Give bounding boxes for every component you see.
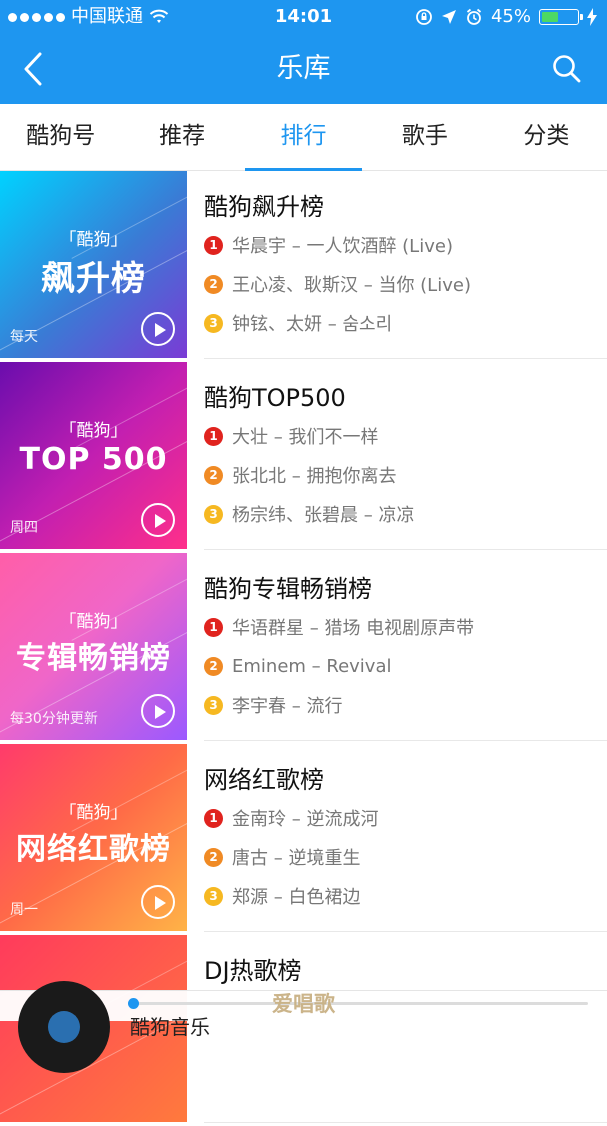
track-row: 1 华晨宇 – 一人饮酒醉 (Live) bbox=[204, 232, 453, 258]
track-text: Eminem – Revival bbox=[232, 655, 392, 677]
search-button[interactable] bbox=[551, 53, 583, 85]
rank-1-badge-icon: 1 bbox=[204, 235, 223, 255]
progress-knob[interactable] bbox=[128, 998, 139, 1009]
search-icon bbox=[553, 55, 581, 83]
ranking-info[interactable]: 酷狗专辑畅销榜 1 华语群星 – 猎场 电视剧原声带 2 Eminem – Reviva… bbox=[204, 553, 607, 741]
tab-recommend[interactable]: 推荐 bbox=[121, 104, 242, 170]
ranking-title: 酷狗飙升榜 bbox=[204, 193, 324, 221]
progress-bar[interactable] bbox=[128, 998, 588, 1009]
status-bar: 中国联通 14:01 45% bbox=[0, 0, 607, 34]
rank-2-badge-icon: 2 bbox=[204, 656, 223, 676]
rank-2-badge-icon: 2 bbox=[204, 847, 223, 867]
cover-update-frequency: 周一 bbox=[10, 902, 38, 918]
cover-brand: 「酷狗」 bbox=[59, 612, 128, 632]
track-text: 李宇春 – 流行 bbox=[232, 696, 343, 717]
tab-ranking[interactable]: 排行 bbox=[243, 104, 364, 171]
track-row: 2 王心凌、耿斯汉 – 当你 (Live) bbox=[204, 271, 471, 297]
charging-icon bbox=[587, 8, 597, 26]
rank-1-badge-icon: 1 bbox=[204, 426, 223, 446]
rank-2-badge-icon: 2 bbox=[204, 465, 223, 485]
track-text: 华晨宇 – 一人饮酒醉 (Live) bbox=[232, 236, 453, 257]
ranking-cover[interactable]: 「酷狗」飙升榜每天 bbox=[0, 171, 187, 358]
ranking-info[interactable]: DJ热歌榜 bbox=[204, 935, 607, 1123]
ranking-info[interactable]: 网络红歌榜 1 金南玲 – 逆流成河 2 唐古 – 逆境重生 3 郑源 – 白色裙边 bbox=[204, 744, 607, 932]
watermark-logo: 爱唱歌 bbox=[272, 992, 335, 1016]
cover-brand: 「酷狗」 bbox=[59, 803, 128, 823]
play-icon[interactable] bbox=[141, 312, 175, 346]
app-header: 中国联通 14:01 45% 乐库 bbox=[0, 0, 607, 104]
rank-3-badge-icon: 3 bbox=[204, 313, 223, 333]
track-row: 1 大壮 – 我们不一样 bbox=[204, 423, 378, 449]
ranking-cover[interactable]: 「酷狗」网络红歌榜周一 bbox=[0, 744, 187, 931]
cover-update-frequency: 每天 bbox=[10, 329, 38, 345]
rank-2-badge-icon: 2 bbox=[204, 274, 223, 294]
ranking-list: 「酷狗」 飙升榜 每天 酷狗飙升榜 1 华晨宇 – 一人饮酒醉 (Live) 2 王心凌、耿斯… bbox=[0, 171, 607, 1126]
status-right: 45% bbox=[415, 0, 597, 34]
category-tabs: 酷狗号 推荐 排行 歌手 分类 bbox=[0, 104, 607, 171]
location-icon bbox=[441, 10, 456, 24]
track-text: 大壮 – 我们不一样 bbox=[232, 427, 379, 448]
ranking-item[interactable]: 「酷狗」 TOP 500 周四 酷狗TOP500 1 大壮 – 我们不一样 2 张北北 – 拥… bbox=[0, 362, 607, 553]
tab-kugou-id[interactable]: 酷狗号 bbox=[0, 104, 121, 170]
track-text: 唐古 – 逆境重生 bbox=[232, 848, 361, 869]
page-title: 乐库 bbox=[276, 53, 331, 84]
cover-brand: 「酷狗」 bbox=[59, 421, 128, 441]
rank-3-badge-icon: 3 bbox=[204, 886, 223, 906]
track-text: 郑源 – 白色裙边 bbox=[232, 887, 361, 908]
nav-bar: 乐库 bbox=[0, 34, 607, 104]
track-row: 1 华语群星 – 猎场 电视剧原声带 bbox=[204, 614, 474, 640]
track-text: 钟铉、太妍 – 숨소리 bbox=[232, 314, 393, 335]
album-disc[interactable] bbox=[18, 981, 110, 1073]
track-text: 王心凌、耿斯汉 – 当你 (Live) bbox=[232, 275, 471, 296]
track-row: 1 金南玲 – 逆流成河 bbox=[204, 805, 378, 831]
ranking-title: DJ热歌榜 bbox=[204, 957, 302, 985]
track-row: 3 杨宗纬、张碧晨 – 凉凉 bbox=[204, 501, 414, 527]
track-text: 杨宗纬、张碧晨 – 凉凉 bbox=[232, 505, 415, 526]
track-row: 3 钟铉、太妍 – 숨소리 bbox=[204, 310, 392, 336]
ranking-item[interactable]: 「酷狗」 专辑畅销榜 每30分钟更新 酷狗专辑畅销榜 1 华语群星 – 猎场 电视剧原声带… bbox=[0, 553, 607, 744]
rank-1-badge-icon: 1 bbox=[204, 808, 223, 828]
cover-title: 网络红歌榜 bbox=[16, 832, 171, 867]
tab-singers[interactable]: 歌手 bbox=[364, 104, 485, 170]
mini-player[interactable]: 酷狗音乐 爱唱歌 bbox=[0, 981, 607, 1073]
ranking-info[interactable]: 酷狗飙升榜 1 华晨宇 – 一人饮酒醉 (Live) 2 王心凌、耿斯汉 – 当你 (L… bbox=[204, 171, 607, 359]
ranking-title: 酷狗专辑畅销榜 bbox=[204, 575, 372, 603]
play-icon[interactable] bbox=[141, 885, 175, 919]
ranking-info[interactable]: 酷狗TOP500 1 大壮 – 我们不一样 2 张北北 – 拥抱你离去 3 杨宗纬、张碧晨 … bbox=[204, 362, 607, 550]
track-text: 张北北 – 拥抱你离去 bbox=[232, 466, 397, 487]
play-icon[interactable] bbox=[141, 694, 175, 728]
track-row: 3 郑源 – 白色裙边 bbox=[204, 883, 360, 909]
ranking-cover[interactable]: 「酷狗」 TOP 500 周四 bbox=[0, 362, 187, 549]
track-row: 2 张北北 – 拥抱你离去 bbox=[204, 462, 396, 488]
cover-update-frequency: 周四 bbox=[10, 520, 38, 536]
track-text: 华语群星 – 猎场 电视剧原声带 bbox=[232, 618, 475, 639]
track-row: 2 唐古 – 逆境重生 bbox=[204, 844, 360, 870]
cover-title: 飙升榜 bbox=[41, 259, 146, 299]
orientation-lock-icon bbox=[416, 9, 432, 25]
rank-3-badge-icon: 3 bbox=[204, 695, 223, 715]
cover-title: TOP 500 bbox=[19, 442, 168, 477]
ranking-title: 网络红歌榜 bbox=[204, 766, 324, 794]
now-playing-title: 酷狗音乐 bbox=[130, 1015, 210, 1039]
battery-icon bbox=[539, 9, 583, 25]
ranking-item[interactable]: 「酷狗」 飙升榜 每天 酷狗飙升榜 1 华晨宇 – 一人饮酒醉 (Live) 2 王心凌、耿斯… bbox=[0, 171, 607, 362]
ranking-item[interactable]: 「酷狗」 网络红歌榜 周一 网络红歌榜 1 金南玲 – 逆流成河 2 唐古 – 逆境重生 3 郑源… bbox=[0, 744, 607, 935]
cover-update-frequency: 每30分钟更新 bbox=[10, 711, 98, 727]
rank-3-badge-icon: 3 bbox=[204, 504, 223, 524]
track-text: 金南玲 – 逆流成河 bbox=[232, 809, 379, 830]
cover-brand: 「酷狗」 bbox=[59, 230, 128, 250]
battery-percent: 45% bbox=[490, 6, 531, 27]
play-icon[interactable] bbox=[141, 503, 175, 537]
track-row: 2 Eminem – Revival bbox=[204, 653, 391, 679]
track-row: 3 李宇春 – 流行 bbox=[204, 692, 342, 718]
rank-1-badge-icon: 1 bbox=[204, 617, 223, 637]
ranking-cover[interactable]: 「酷狗」专辑畅销榜每30分钟更新 bbox=[0, 553, 187, 740]
alarm-icon bbox=[466, 8, 482, 25]
tab-category[interactable]: 分类 bbox=[486, 104, 607, 170]
ranking-title: 酷狗TOP500 bbox=[204, 384, 346, 412]
cover-title: 专辑畅销榜 bbox=[16, 641, 171, 676]
